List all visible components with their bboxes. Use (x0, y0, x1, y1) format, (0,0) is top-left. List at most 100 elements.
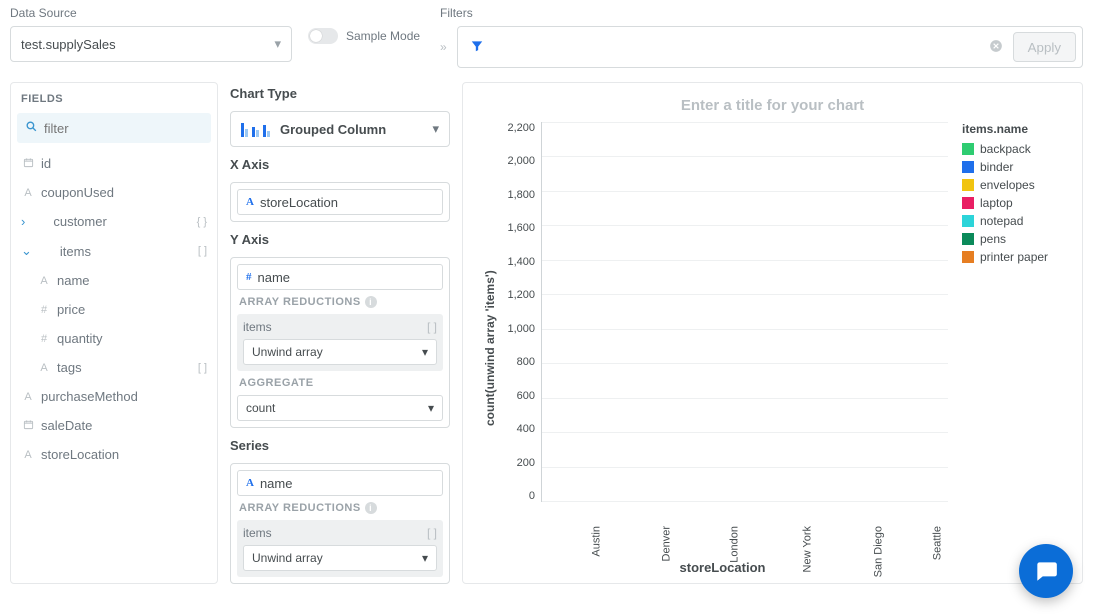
series-dropzone[interactable]: A name ARRAY REDUCTIONS i items[ ] Unwin… (230, 463, 450, 584)
ytick: 400 (517, 423, 535, 435)
field-row-purchaseMethod[interactable]: ApurchaseMethod (11, 382, 217, 411)
legend-swatch (962, 179, 974, 191)
yaxis-field-pill[interactable]: # name (237, 264, 443, 290)
chevron-down-icon: ▾ (428, 401, 434, 415)
yaxis-dropzone[interactable]: # name ARRAY REDUCTIONS i items[ ] Unwin… (230, 257, 450, 428)
field-row-name[interactable]: Aname (11, 266, 217, 295)
aggregate-select[interactable]: count▾ (237, 395, 443, 421)
field-row-saleDate[interactable]: saleDate (11, 411, 217, 440)
fields-panel: FIELDS idAcouponUsedcustomer{ }items[ ]A… (10, 82, 218, 584)
string-type-icon: A (37, 362, 51, 374)
field-label: couponUsed (41, 185, 114, 200)
series-array-reductions-label: ARRAY REDUCTIONS i (237, 502, 443, 514)
ytick: 1,400 (507, 256, 535, 268)
filters-label: Filters (440, 6, 1083, 20)
xtick: Seattle (880, 502, 948, 518)
ytick: 1,600 (507, 222, 535, 234)
field-label: items (60, 244, 91, 259)
field-row-tags[interactable]: Atags [ ] (11, 353, 217, 382)
string-type-icon: A (246, 477, 254, 489)
xaxis-field-pill[interactable]: A storeLocation (237, 189, 443, 215)
yaxis-reduction-select[interactable]: Unwind array▾ (243, 339, 437, 365)
chart-legend: items.name backpackbinderenvelopeslaptop… (948, 122, 1068, 575)
aggregate-label: AGGREGATE (237, 377, 443, 389)
legend-item[interactable]: printer paper (962, 250, 1068, 264)
field-row-storeLocation[interactable]: AstoreLocation (11, 440, 217, 469)
encoding-panel: Chart Type Grouped Column ▾ X Axis A sto… (230, 82, 450, 584)
array-icon: [ ] (198, 362, 207, 374)
chevron-down-icon: ▾ (422, 551, 428, 565)
info-icon[interactable]: i (365, 296, 377, 308)
series-field-name: name (260, 476, 293, 491)
legend-swatch (962, 161, 974, 173)
xaxis-field-name: storeLocation (260, 195, 338, 210)
ytick: 1,000 (507, 323, 535, 335)
field-label: saleDate (41, 418, 92, 433)
number-type-icon: # (37, 304, 51, 316)
ytick: 1,800 (507, 189, 535, 201)
clear-filter-icon[interactable] (989, 39, 1003, 56)
legend-swatch (962, 197, 974, 209)
xaxis-dropzone[interactable]: A storeLocation (230, 182, 450, 222)
legend-item[interactable]: backpack (962, 142, 1068, 156)
filter-input[interactable]: Apply (457, 26, 1083, 68)
datasource-select[interactable]: test.supplySales ▾ (10, 26, 292, 62)
field-row-couponUsed[interactable]: AcouponUsed (11, 178, 217, 207)
field-row-items[interactable]: items[ ] (11, 236, 217, 266)
array-icon: [ ] (427, 526, 437, 540)
legend-item[interactable]: envelopes (962, 178, 1068, 192)
ytick: 800 (517, 356, 535, 368)
ytick: 200 (517, 457, 535, 469)
legend-swatch (962, 233, 974, 245)
xtick: Denver (609, 502, 677, 518)
chevron-down-icon: ▾ (432, 121, 439, 137)
info-icon[interactable]: i (365, 502, 377, 514)
ytick: 2,200 (507, 122, 535, 134)
field-label: name (57, 273, 90, 288)
field-label: tags (57, 360, 82, 375)
xtick: London (677, 502, 745, 518)
legend-item[interactable]: notepad (962, 214, 1068, 228)
yaxis-reduction-items-row: items[ ] (243, 320, 437, 334)
datasource-value: test.supplySales (21, 37, 116, 52)
ytick: 1,200 (507, 289, 535, 301)
funnel-icon (470, 39, 484, 56)
number-type-icon: # (246, 271, 252, 283)
field-label: customer (53, 214, 106, 229)
legend-label: envelopes (980, 178, 1035, 192)
fields-filter-text[interactable] (44, 121, 220, 136)
ytick: 2,000 (507, 155, 535, 167)
fields-panel-title: FIELDS (11, 91, 217, 113)
apply-button[interactable]: Apply (1013, 32, 1076, 62)
fields-filter-input[interactable] (17, 113, 211, 143)
chart-title-placeholder[interactable]: Enter a title for your chart (477, 97, 1068, 114)
string-type-icon: A (37, 275, 51, 287)
chat-icon (1033, 558, 1059, 584)
yaxis-field-name: name (258, 270, 291, 285)
chat-fab-button[interactable] (1019, 544, 1073, 598)
field-row-quantity[interactable]: #quantity (11, 324, 217, 353)
date-type-icon (21, 419, 35, 433)
legend-item[interactable]: binder (962, 160, 1068, 174)
string-type-icon: A (21, 449, 35, 461)
legend-item[interactable]: pens (962, 232, 1068, 246)
string-type-icon: A (21, 187, 35, 199)
chart-type-value: Grouped Column (280, 122, 386, 137)
string-type-icon: A (21, 391, 35, 403)
xtick: Austin (541, 502, 609, 518)
chart-ylabel: count(unwind array 'items') (477, 122, 497, 575)
field-row-id[interactable]: id (11, 149, 217, 178)
field-row-price[interactable]: #price (11, 295, 217, 324)
chart-type-select[interactable]: Grouped Column ▾ (230, 111, 450, 147)
date-type-icon (21, 157, 35, 171)
series-field-pill[interactable]: A name (237, 470, 443, 496)
series-reduction-select[interactable]: Unwind array▾ (243, 545, 437, 571)
legend-swatch (962, 215, 974, 227)
array-reductions-label: ARRAY REDUCTIONS i (237, 296, 443, 308)
ytick: 600 (517, 390, 535, 402)
series-reduction-items-row: items[ ] (243, 526, 437, 540)
field-row-customer[interactable]: customer{ } (11, 207, 217, 236)
sample-mode-toggle[interactable] (308, 28, 338, 44)
legend-item[interactable]: laptop (962, 196, 1068, 210)
legend-swatch (962, 251, 974, 263)
